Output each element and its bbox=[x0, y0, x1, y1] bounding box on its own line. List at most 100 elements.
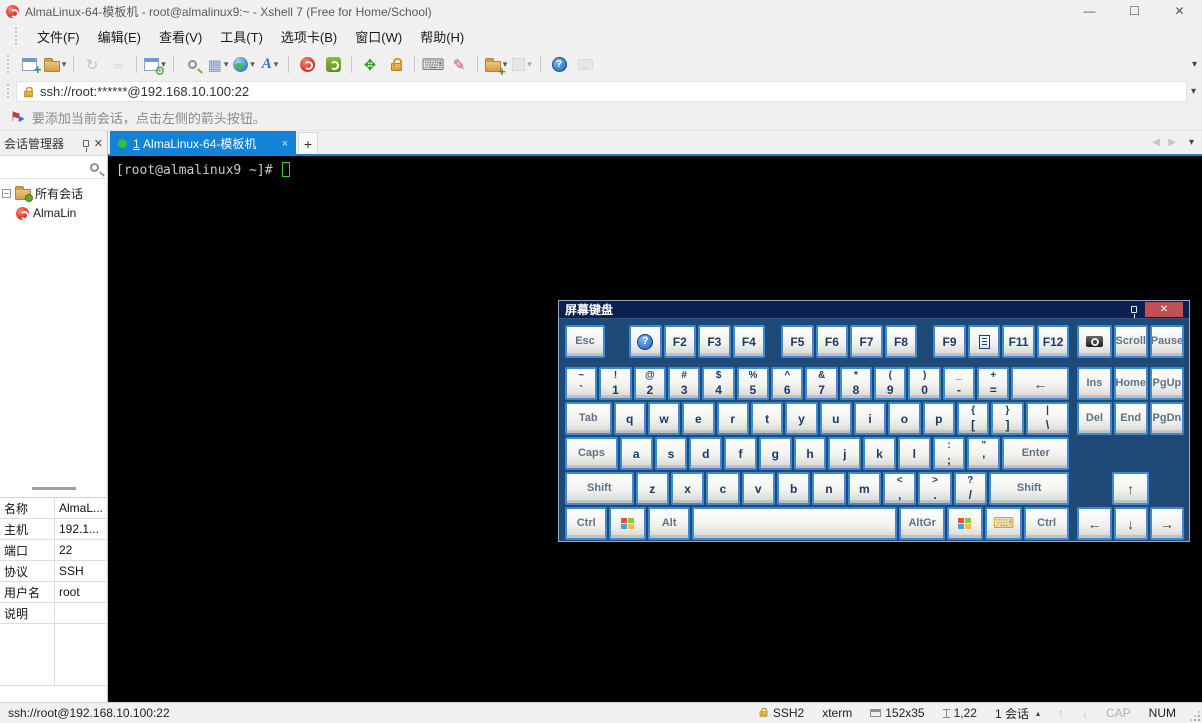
xshell-button[interactable] bbox=[295, 53, 319, 77]
key-p[interactable]: p bbox=[923, 402, 955, 435]
new-tab-button[interactable]: + bbox=[298, 132, 318, 155]
key-e[interactable]: e bbox=[682, 402, 714, 435]
key-f6[interactable]: F6 bbox=[816, 325, 849, 358]
key-;[interactable]: :; bbox=[933, 437, 966, 470]
key-v[interactable]: v bbox=[742, 472, 775, 505]
tree-item-AlmaLin[interactable]: AlmaLin bbox=[0, 203, 107, 223]
help-button[interactable] bbox=[547, 53, 571, 77]
key-del[interactable]: Del bbox=[1077, 402, 1111, 435]
close-button[interactable]: ✕ bbox=[1157, 0, 1202, 22]
key-f7[interactable]: F7 bbox=[850, 325, 883, 358]
tab-almalinux[interactable]: 1 AlmaLinux-64-模板机 × bbox=[110, 131, 296, 156]
web-browser-dropdown-icon[interactable]: ▾ bbox=[250, 59, 255, 70]
font-dropdown-icon[interactable]: ▾ bbox=[274, 59, 279, 70]
key-9[interactable]: (9 bbox=[874, 367, 906, 400]
key-[[interactable]: {[ bbox=[957, 402, 989, 435]
key-f5[interactable]: F5 bbox=[781, 325, 814, 358]
key-esc[interactable]: Esc bbox=[565, 325, 605, 358]
key-][interactable]: }] bbox=[991, 402, 1023, 435]
pin-icon[interactable] bbox=[83, 140, 89, 147]
session-properties-button[interactable]: ▾ bbox=[143, 53, 167, 77]
key-c[interactable]: c bbox=[706, 472, 739, 505]
web-browser-button[interactable]: ▾ bbox=[232, 53, 256, 77]
open-sessions-dropdown-icon[interactable]: ▾ bbox=[62, 59, 67, 70]
key-f3[interactable]: F3 bbox=[698, 325, 731, 358]
key-g[interactable]: g bbox=[759, 437, 792, 470]
key-7[interactable]: &7 bbox=[805, 367, 837, 400]
key-caps[interactable]: Caps bbox=[565, 437, 618, 470]
key-scroll-lock[interactable]: Scroll bbox=[1114, 325, 1148, 358]
find-button[interactable] bbox=[180, 53, 204, 77]
key-o[interactable]: o bbox=[888, 402, 920, 435]
sidebar-splitter[interactable] bbox=[0, 483, 107, 493]
status-num-indicator[interactable]: NUM bbox=[1149, 706, 1176, 720]
key-menu-key[interactable]: ⌨ bbox=[985, 507, 1022, 540]
tile-windows-button[interactable]: ▦▾ bbox=[206, 53, 230, 77]
key-shift-right[interactable]: Shift bbox=[989, 472, 1069, 505]
key-m[interactable]: m bbox=[848, 472, 881, 505]
key-.[interactable]: >. bbox=[918, 472, 951, 505]
menu-item-1[interactable]: 文件(F) bbox=[28, 23, 89, 50]
key-u[interactable]: u bbox=[820, 402, 852, 435]
key-2[interactable]: @2 bbox=[634, 367, 666, 400]
fullscreen-button[interactable]: ✥ bbox=[358, 53, 382, 77]
menu-item-3[interactable]: 查看(V) bbox=[150, 23, 211, 50]
menu-item-6[interactable]: 窗口(W) bbox=[346, 23, 411, 50]
key-1[interactable]: !1 bbox=[599, 367, 631, 400]
font-button[interactable]: A▾ bbox=[258, 53, 282, 77]
address-input[interactable]: ssh://root:******@192.168.10.100:22 bbox=[16, 81, 1187, 102]
key-shift-left[interactable]: Shift bbox=[565, 472, 634, 505]
key-backslash[interactable]: |\ bbox=[1026, 402, 1070, 435]
key-end[interactable]: End bbox=[1114, 402, 1148, 435]
address-dropdown-icon[interactable]: ▾ bbox=[1191, 86, 1196, 97]
status-cursor-position[interactable]: 1,22 bbox=[943, 706, 977, 720]
key-b[interactable]: b bbox=[777, 472, 810, 505]
key-d[interactable]: d bbox=[689, 437, 722, 470]
tile-windows-dropdown-icon[interactable]: ▾ bbox=[224, 59, 229, 70]
key-f9[interactable]: F9 bbox=[933, 325, 966, 358]
key-5[interactable]: %5 bbox=[737, 367, 769, 400]
menu-item-4[interactable]: 工具(T) bbox=[211, 23, 272, 50]
osk-pin-icon[interactable] bbox=[1131, 306, 1137, 313]
key-x[interactable]: x bbox=[671, 472, 704, 505]
session-search-input[interactable] bbox=[0, 156, 107, 179]
key-r[interactable]: r bbox=[717, 402, 749, 435]
key-printscreen[interactable] bbox=[1077, 325, 1111, 358]
osk-close-button[interactable]: ✕ bbox=[1145, 302, 1183, 317]
status-session-count[interactable]: 1 会话▴ bbox=[995, 705, 1040, 722]
key-/[interactable]: ?/ bbox=[954, 472, 987, 505]
key-=[interactable]: += bbox=[977, 367, 1009, 400]
key-tab[interactable]: Tab bbox=[565, 402, 612, 435]
key-enter[interactable]: Enter bbox=[1002, 437, 1069, 470]
key-win-left[interactable] bbox=[609, 507, 646, 540]
open-sessions-button[interactable]: ▾ bbox=[43, 53, 67, 77]
key-s[interactable]: s bbox=[655, 437, 688, 470]
key-0[interactable]: )0 bbox=[908, 367, 940, 400]
tab-list-dropdown-icon[interactable]: ▾ bbox=[1189, 137, 1194, 148]
key-ctrl-right[interactable]: Ctrl bbox=[1024, 507, 1069, 540]
toolbar-overflow-icon[interactable]: ▾ bbox=[1192, 59, 1197, 70]
key-f2[interactable]: F2 bbox=[664, 325, 697, 358]
status-scroll-up[interactable]: ↑ bbox=[1058, 706, 1064, 720]
osk-titlebar[interactable]: 屏幕键盘 ✕ bbox=[559, 301, 1189, 319]
key-arrow-up[interactable]: ↑ bbox=[1112, 472, 1149, 505]
key-home[interactable]: Home bbox=[1114, 367, 1148, 400]
key-space[interactable] bbox=[692, 507, 897, 540]
key-k[interactable]: k bbox=[863, 437, 896, 470]
tree-expander-icon[interactable]: − bbox=[2, 189, 11, 198]
new-session-button[interactable] bbox=[17, 53, 41, 77]
virtual-keyboard-button[interactable]: ⌨ bbox=[421, 53, 445, 77]
key-win-right[interactable] bbox=[947, 507, 984, 540]
menubar-grip[interactable] bbox=[14, 26, 18, 46]
key-i[interactable]: i bbox=[854, 402, 886, 435]
key-arrow-left[interactable]: ← bbox=[1077, 507, 1111, 540]
key-3[interactable]: #3 bbox=[668, 367, 700, 400]
toolbar-grip[interactable] bbox=[6, 54, 10, 74]
key-alt[interactable]: Alt bbox=[648, 507, 690, 540]
key-f10[interactable] bbox=[968, 325, 1001, 358]
key-ins[interactable]: Ins bbox=[1077, 367, 1111, 400]
session-count-dropdown-icon[interactable]: ▴ bbox=[1036, 709, 1040, 718]
key-y[interactable]: y bbox=[785, 402, 817, 435]
tab-close-icon[interactable]: × bbox=[282, 138, 288, 150]
key-`[interactable]: ~` bbox=[565, 367, 597, 400]
